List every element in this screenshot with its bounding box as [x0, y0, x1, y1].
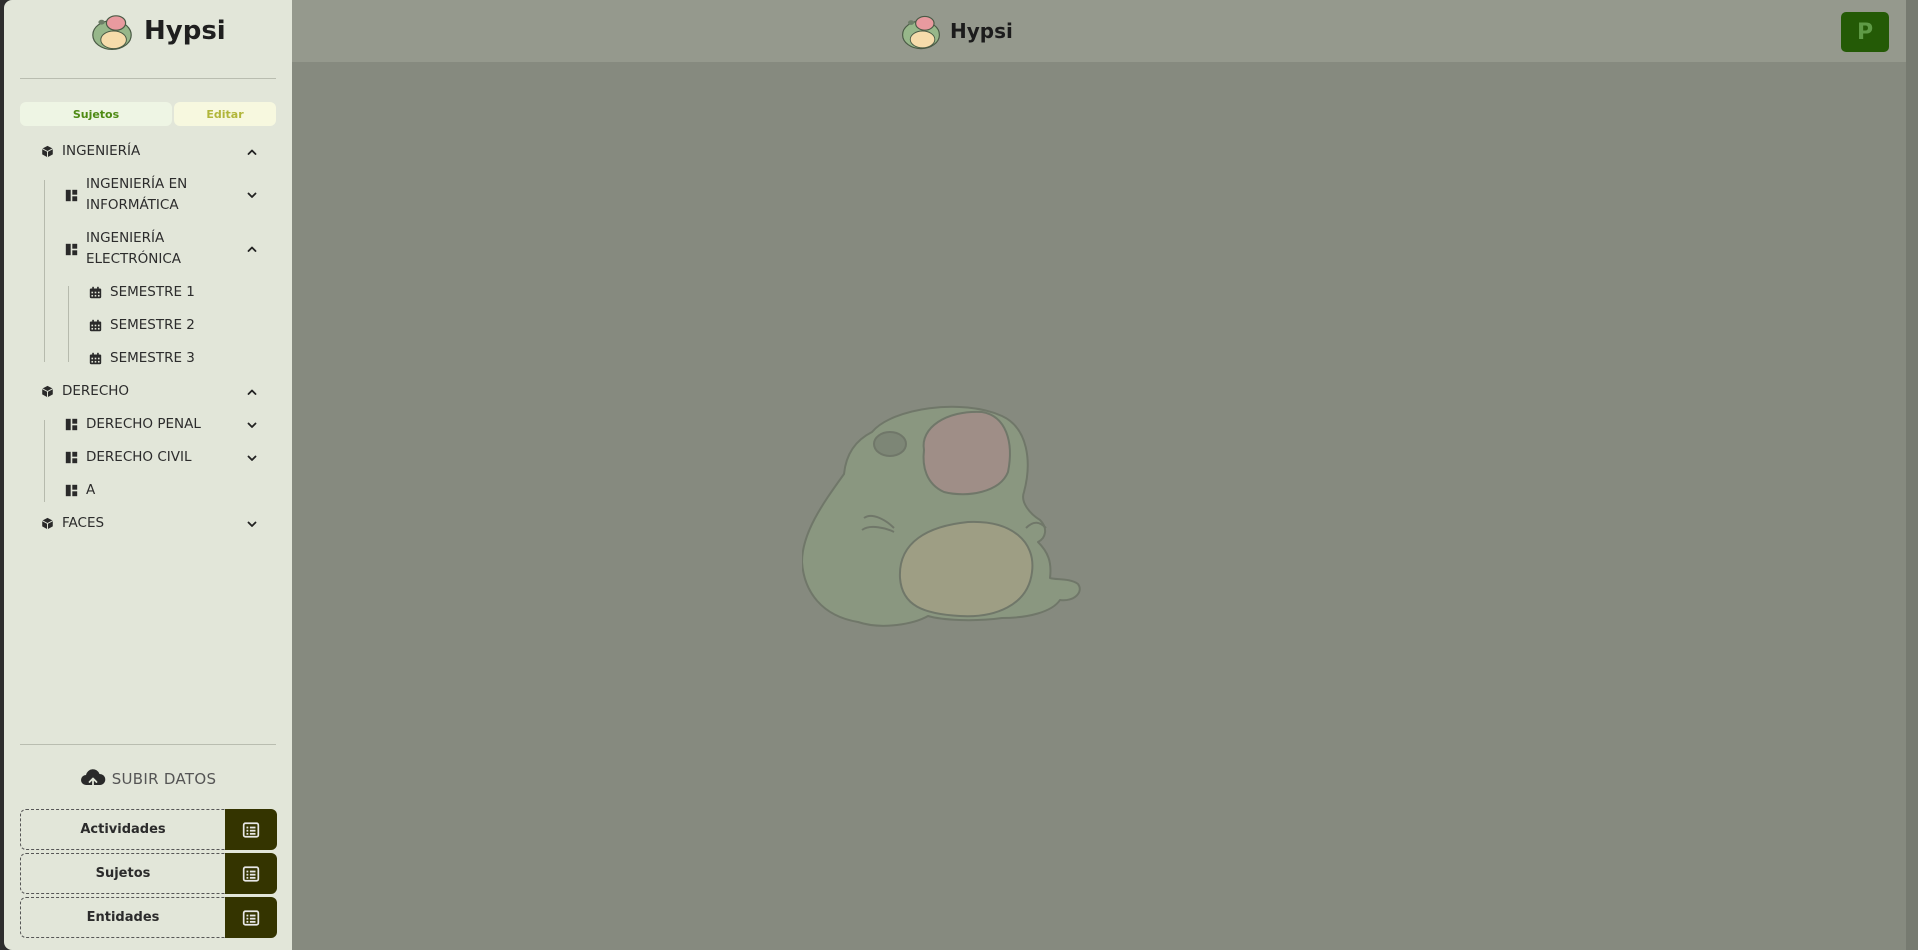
tree-item-semestre-3[interactable]: SEMESTRE 3	[88, 348, 195, 369]
tree-guide-line	[44, 420, 45, 502]
tree-item-label: SEMESTRE 3	[110, 350, 195, 366]
tree-guide-line	[44, 180, 45, 362]
header-brand[interactable]: Hypsi	[898, 8, 1013, 54]
activities-button[interactable]: Actividades	[20, 809, 225, 850]
chevron-up-icon[interactable]	[246, 243, 258, 255]
frog-illustration-icon	[802, 405, 1081, 627]
tree-item-label: DERECHO PENAL	[86, 416, 201, 432]
upload-data-button[interactable]: SUBIR DATOS	[4, 768, 292, 790]
tree-item-label: INGENIERÍA EN	[86, 176, 188, 192]
sidebar: Hypsi Sujetos Editar INGENIERÍA INGENIER…	[4, 0, 292, 950]
dashboard-icon	[64, 484, 78, 498]
cube-icon	[40, 517, 54, 531]
user-avatar[interactable]: P	[1841, 12, 1889, 52]
entities-button[interactable]: Entidades	[20, 897, 225, 938]
calendar-icon	[88, 352, 102, 366]
tree-guide-line	[68, 286, 69, 362]
download-activities-row: Actividades	[20, 809, 277, 850]
chevron-up-icon[interactable]	[246, 146, 258, 158]
dashboard-icon	[64, 242, 78, 256]
divider	[20, 744, 276, 745]
download-subjects-row: Sujetos	[20, 853, 277, 894]
calendar-icon	[88, 286, 102, 300]
list-icon	[242, 865, 260, 883]
chevron-down-icon[interactable]	[246, 518, 258, 530]
tree-item-faces[interactable]: FACES	[40, 513, 104, 534]
tree-item-a[interactable]: A	[64, 480, 95, 501]
dashboard-icon	[64, 451, 78, 465]
tree-item-label: ELECTRÓNICA	[86, 251, 182, 267]
chevron-down-icon[interactable]	[246, 452, 258, 464]
upload-data-label: SUBIR DATOS	[111, 770, 217, 788]
tree-item-derecho-civil[interactable]: DERECHO CIVIL	[64, 447, 191, 468]
tree-item-ing-electronica[interactable]: INGENIERÍA ELECTRÓNICA	[64, 228, 181, 270]
tree-item-label: A	[86, 482, 96, 498]
tree-item-semestre-1[interactable]: SEMESTRE 1	[88, 282, 195, 303]
dashboard-icon	[64, 188, 78, 202]
calendar-icon	[88, 319, 102, 333]
entities-list-button[interactable]	[225, 897, 277, 938]
tree-item-label: FACES	[62, 515, 105, 531]
tree-item-semestre-2[interactable]: SEMESTRE 2	[88, 315, 195, 336]
tree-item-ing-informatica[interactable]: INGENIERÍA EN INFORMÁTICA	[64, 174, 187, 216]
tree-item-derecho-penal[interactable]: DERECHO PENAL	[64, 414, 201, 435]
cloud-upload-icon	[80, 769, 105, 790]
chevron-down-icon[interactable]	[246, 419, 258, 431]
top-bar: Hypsi P	[292, 0, 1906, 62]
tree-item-label: INGENIERÍA	[62, 143, 141, 159]
cube-icon	[40, 145, 54, 159]
chevron-up-icon[interactable]	[246, 386, 258, 398]
chevron-down-icon[interactable]	[246, 189, 258, 201]
frog-logo-icon	[898, 8, 944, 54]
tree-item-label: SEMESTRE 1	[110, 284, 195, 300]
subject-tree: INGENIERÍA INGENIERÍA EN INFORMÁTICA ING…	[4, 0, 292, 560]
main-content: Hypsi P	[292, 0, 1906, 950]
tree-item-derecho[interactable]: DERECHO	[40, 381, 129, 402]
scrollbar-track[interactable]	[1906, 0, 1918, 950]
cube-icon	[40, 385, 54, 399]
tree-item-label: INFORMÁTICA	[86, 197, 179, 213]
tree-item-label: DERECHO	[62, 383, 130, 399]
subjects-list-button[interactable]	[225, 853, 277, 894]
header-app-name: Hypsi	[950, 19, 1013, 43]
activities-list-button[interactable]	[225, 809, 277, 850]
list-icon	[242, 909, 260, 927]
tree-item-label: INGENIERÍA	[86, 230, 165, 246]
tree-item-ingenieria[interactable]: INGENIERÍA	[40, 141, 140, 162]
tree-item-label: DERECHO CIVIL	[86, 449, 192, 465]
dashboard-icon	[64, 418, 78, 432]
download-entities-row: Entidades	[20, 897, 277, 938]
subjects-button[interactable]: Sujetos	[20, 853, 225, 894]
list-icon	[242, 821, 260, 839]
tree-item-label: SEMESTRE 2	[110, 317, 195, 333]
